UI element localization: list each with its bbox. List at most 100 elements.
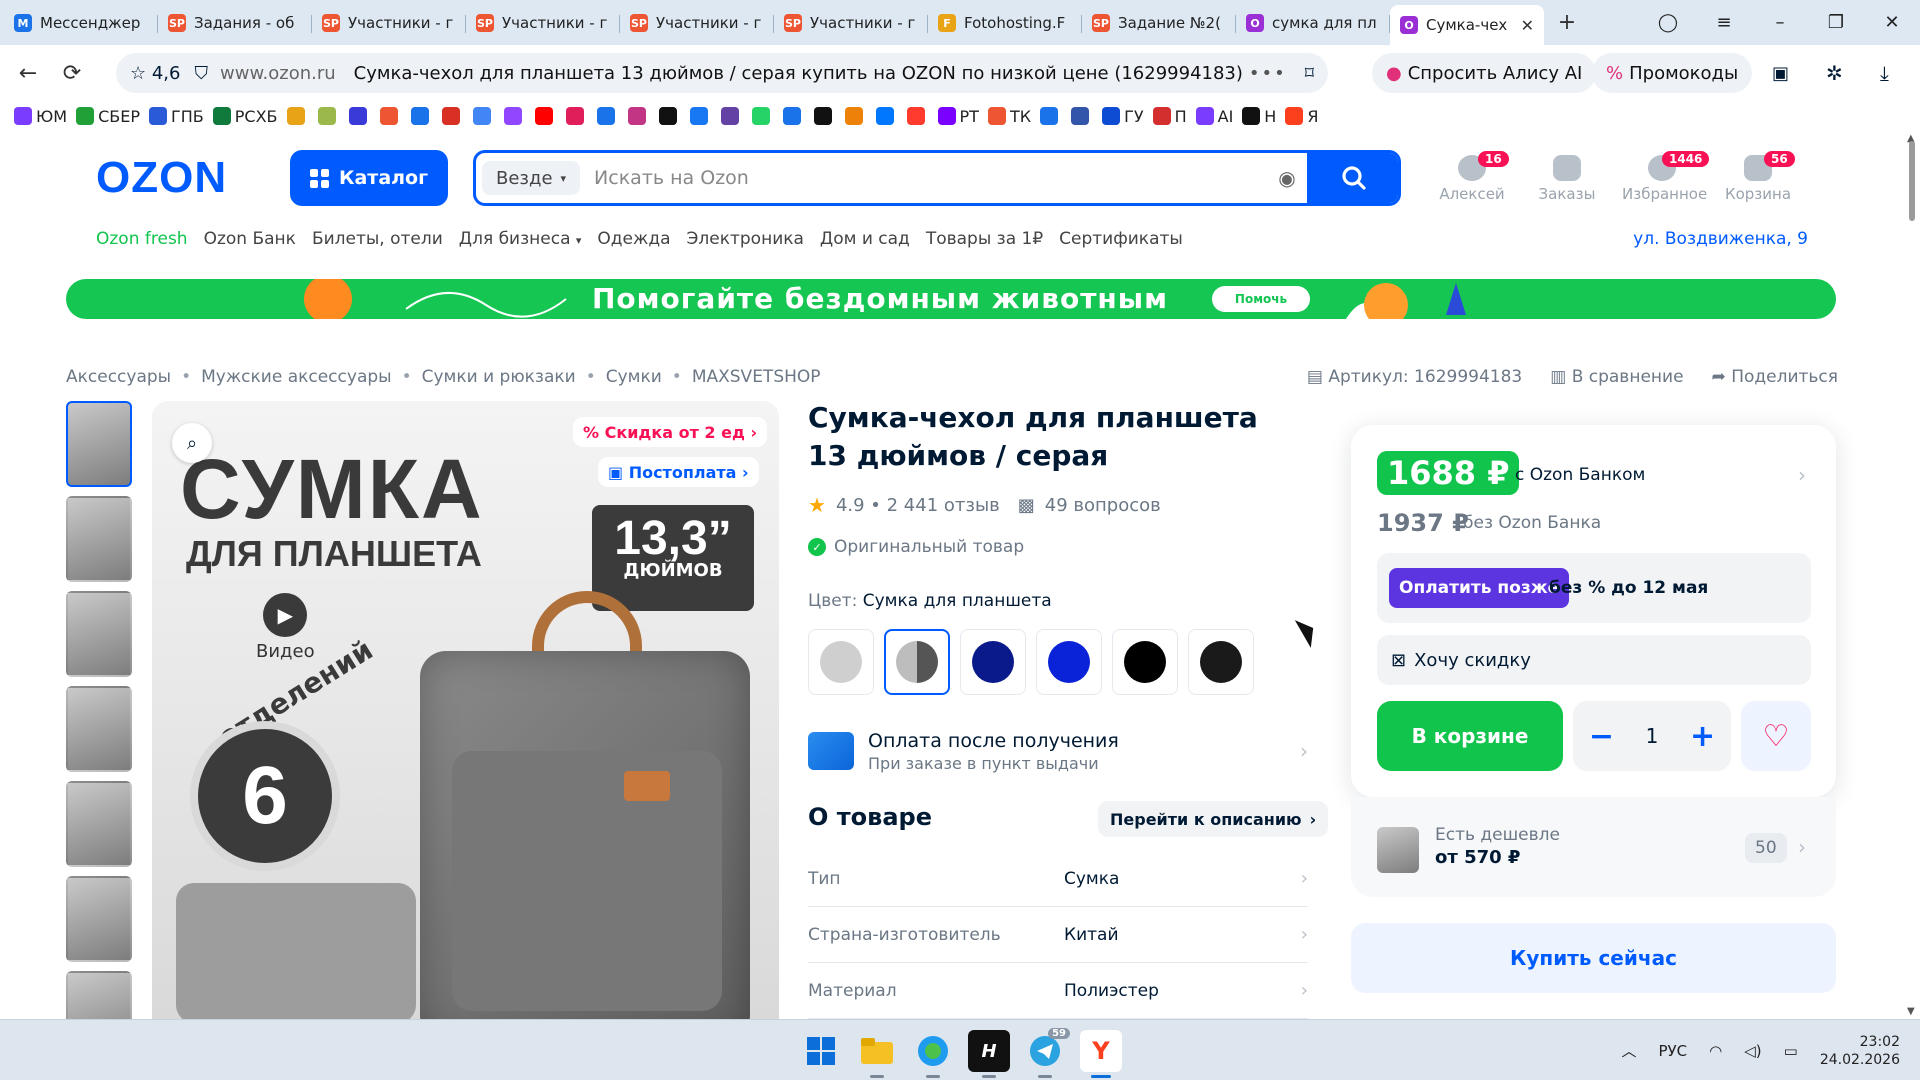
edge-icon[interactable] [912,1030,954,1078]
reviews-link[interactable]: 4.9 • 2 441 отзыв [836,495,1000,516]
decrease-button[interactable]: − [1589,719,1614,754]
battery-icon[interactable]: ▭ [1784,1042,1798,1060]
pay-after-receipt[interactable]: Оплата после получения При заказе в пункт… [808,723,1308,779]
breadcrumb-link[interactable]: Аксессуары [66,367,171,387]
page-scrollbar[interactable]: ▲ ▼ [1904,131,1920,1019]
want-discount-button[interactable]: ⊠ Хочу скидку [1377,635,1811,685]
puzzle-icon[interactable]: ✲ [1826,61,1843,85]
thumbnail[interactable] [66,401,132,487]
bookmark-item[interactable] [844,107,867,125]
cart-link[interactable]: 56 Корзина [1718,151,1798,203]
subnav-item[interactable]: Ozon fresh [96,229,188,249]
subnav-item[interactable]: Билеты, отели [312,229,443,249]
bookmark-item[interactable]: AI [1195,107,1233,126]
menu-icon[interactable]: ≡ [1696,12,1752,33]
bookmark-item[interactable]: Н [1242,107,1276,126]
search-scope-select[interactable]: Везде ▾ [482,161,581,195]
bookmark-item[interactable] [317,107,340,125]
new-tab-button[interactable]: + [1552,7,1582,37]
scrollbar-thumb[interactable] [1909,141,1915,221]
breadcrumb-link[interactable]: Сумки и рюкзаки [422,367,576,387]
breadcrumb-link[interactable]: Сумки [606,367,662,387]
start-icon[interactable] [800,1030,842,1072]
browser-tab[interactable]: SP Задания - об [158,5,312,41]
pay-later-button[interactable]: Оплатить позже [1389,568,1570,608]
bookmark-item[interactable] [565,107,588,125]
catalog-button[interactable]: Каталог [290,150,448,206]
subnav-item[interactable]: Электроника [687,229,804,249]
bookmark-item[interactable] [875,107,898,125]
bookmark-item[interactable] [286,107,309,125]
bookmark-item[interactable]: СБЕР [76,107,140,126]
bookmark-item[interactable] [720,107,743,125]
zoom-icon[interactable]: ⌕ [172,423,212,463]
bookmark-item[interactable] [627,107,650,125]
questions-link[interactable]: 49 вопросов [1045,495,1161,516]
bookmark-item[interactable] [348,107,371,125]
browser-tab[interactable]: SP Задание №2( [1082,5,1236,41]
clock[interactable]: 23:02 24.02.2026 [1820,1033,1900,1069]
subnav-item[interactable]: Дом и сад [820,229,910,249]
bookmark-item[interactable]: ТК [987,107,1031,126]
thumbnail[interactable] [66,876,132,962]
bookmark-item[interactable]: РСХБ [212,107,278,126]
increase-button[interactable]: + [1690,719,1715,754]
profile-icon[interactable]: ◯ [1640,12,1696,33]
tray-expand-icon[interactable]: ︿ [1621,1040,1636,1061]
bookmark-item[interactable] [782,107,805,125]
reload-button[interactable]: ⟳ [50,61,94,86]
go-to-description-button[interactable]: Перейти к описанию › [1098,801,1329,837]
ozon-logo[interactable]: OZON [96,153,227,203]
more-icon[interactable]: ••• [1249,63,1287,84]
spec-row[interactable]: Страна-изготовитель Китай › [808,907,1308,963]
cheaper-offers[interactable]: Есть дешевле от 570 ₽ 50 › [1351,797,1836,897]
wifi-icon[interactable]: ◠ [1709,1042,1722,1060]
delivery-address[interactable]: ул. Воздвиженка, 9 [1633,229,1808,249]
search-input[interactable]: Искать на Ozon [594,167,1267,189]
color-swatch[interactable] [884,629,950,695]
compare-button[interactable]: ▥ В сравнение [1550,367,1683,387]
site-rating[interactable]: ☆ 4,6 [130,63,181,84]
banner-help-button[interactable]: Помочь [1212,286,1310,312]
hyper-icon[interactable]: H [968,1030,1010,1078]
in-cart-button[interactable]: В корзине [1377,701,1563,771]
close-window-button[interactable]: ✕ [1864,12,1920,33]
bookmark-item[interactable]: П [1152,107,1187,126]
thumbnail[interactable] [66,686,132,772]
camera-icon[interactable]: ◉ [1267,166,1307,190]
bookmark-item[interactable] [441,107,464,125]
bookmark-item[interactable] [906,107,929,125]
browser-tab[interactable]: SP Участники - г [312,5,466,41]
back-button[interactable]: ← [6,61,50,86]
promo-banner[interactable]: Помогайте бездомным животным Помочь [66,279,1836,319]
bookmark-item[interactable] [751,107,774,125]
bookmark-icon[interactable]: ⌑ [1305,63,1314,84]
color-swatch[interactable] [808,629,874,695]
shield-icon[interactable]: ⛉ [195,63,209,84]
browser-tab[interactable]: SP Участники - г [466,5,620,41]
bookmark-item[interactable] [472,107,495,125]
bookmark-item[interactable] [596,107,619,125]
buy-now-button[interactable]: Купить сейчас [1351,923,1836,993]
bookmark-item[interactable] [379,107,402,125]
language-indicator[interactable]: РУС [1658,1042,1687,1060]
bookmark-item[interactable]: Я [1285,107,1318,126]
product-rating[interactable]: ★ 4.9 • 2 441 отзыв ▩ 49 вопросов [808,493,1161,517]
browser-tab[interactable]: F Fotohosting.F [928,5,1082,41]
yandex-browser-icon[interactable]: Y [1080,1030,1122,1078]
maximize-button[interactable]: ❐ [1808,12,1864,33]
orders-link[interactable]: Заказы [1527,155,1607,203]
bookmark-item[interactable] [1040,107,1062,125]
breadcrumb-link[interactable]: Мужские аксессуары [201,367,391,387]
promo-button[interactable]: % Промокоды [1592,53,1753,93]
article-number[interactable]: ▤ Артикул: 1629994183 [1307,367,1522,387]
thumbnail[interactable] [66,591,132,677]
bookmark-item[interactable] [503,107,526,125]
spec-row[interactable]: Тип Сумка › [808,851,1308,907]
extension-icon[interactable]: ▣ [1772,63,1789,84]
volume-icon[interactable]: ◁) [1744,1042,1761,1060]
thumbnail[interactable] [66,496,132,582]
pay-later-block[interactable]: Оплатить позже без % до 12 мая [1377,553,1811,623]
search-button[interactable] [1307,153,1398,203]
browser-tab[interactable]: M Мессенджер [4,5,158,41]
